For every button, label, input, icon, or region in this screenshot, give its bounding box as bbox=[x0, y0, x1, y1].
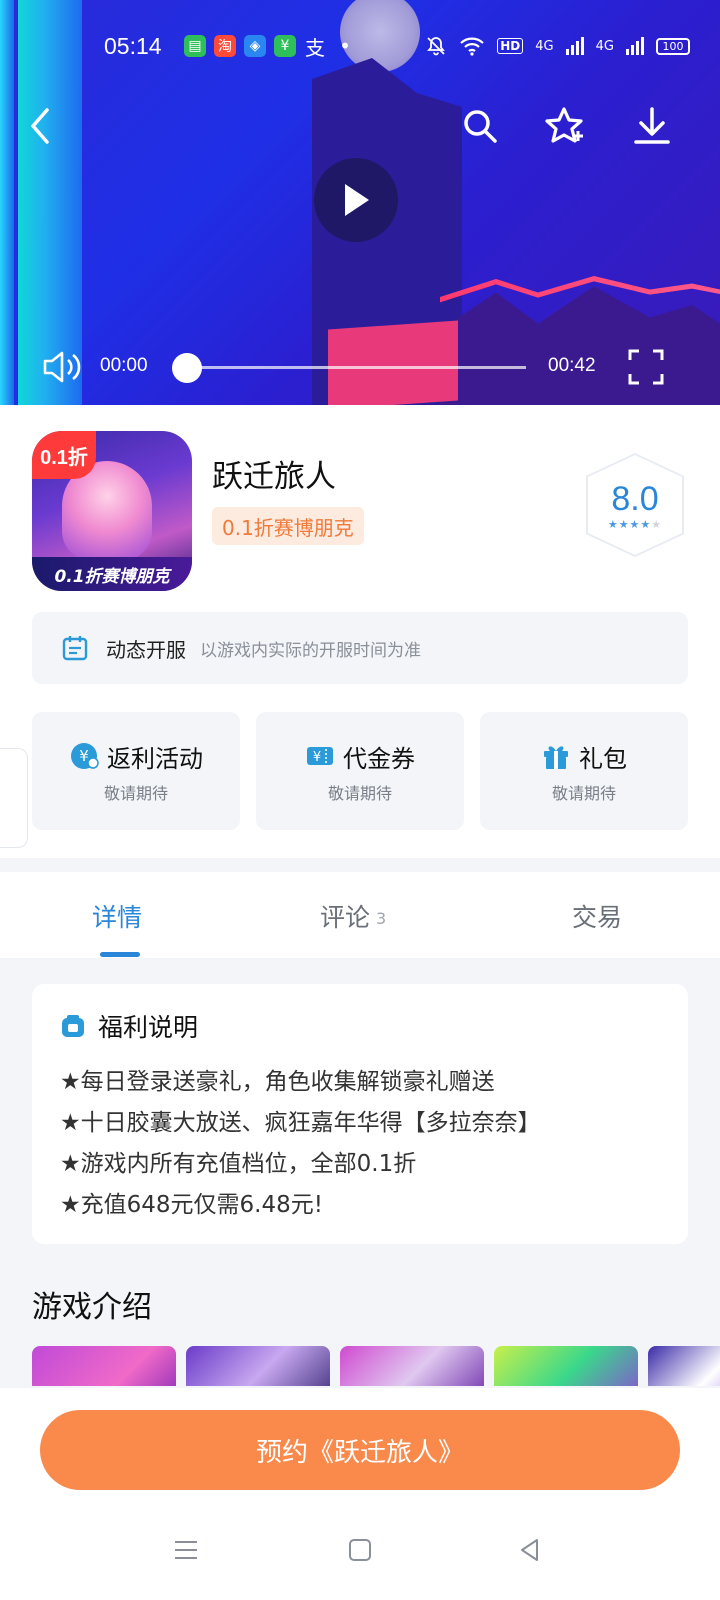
side-drawer-handle[interactable] bbox=[0, 748, 28, 848]
screenshot-strip[interactable] bbox=[32, 1346, 720, 1386]
current-time: 00:00 bbox=[100, 355, 148, 376]
play-icon bbox=[345, 184, 369, 216]
game-icon-banner: 0.1折赛博朋克 bbox=[32, 557, 192, 591]
rebate-sub: 敬请期待 bbox=[103, 783, 168, 803]
gift-sub: 敬请期待 bbox=[551, 783, 616, 803]
welfare-line: ★每日登录送豪礼，角色收集解锁豪礼赠送 bbox=[60, 1069, 495, 1095]
status-app-icons: ▤ 淘 ◈ ¥ 支 • bbox=[184, 34, 356, 60]
signal-icon-2 bbox=[626, 37, 644, 55]
progress-bar[interactable] bbox=[186, 366, 526, 369]
search-icon bbox=[464, 110, 497, 143]
play-button[interactable] bbox=[314, 158, 398, 242]
home-square-icon bbox=[349, 1539, 371, 1561]
bottom-bar: 预约《跃迁旅人》 bbox=[0, 1388, 720, 1600]
video-player[interactable]: 05:14 ▤ 淘 ◈ ¥ 支 • HD 4G 4G 100 00:00 00:… bbox=[0, 0, 720, 405]
network-label-2: 4G bbox=[595, 38, 614, 54]
rating-stars: ★★★★★ bbox=[607, 517, 663, 531]
detail-tabs: 详情 评论 3 交易 bbox=[0, 872, 720, 958]
menu-icon bbox=[175, 1541, 197, 1559]
battery-icon: 100 bbox=[656, 37, 690, 55]
taobao-app-icon: 淘 bbox=[214, 35, 236, 57]
progress-knob[interactable] bbox=[172, 353, 202, 383]
tab-indicator bbox=[100, 952, 140, 957]
game-icon: 0.1折 0.1折赛博朋克 bbox=[32, 431, 192, 591]
intro-title: 游戏介绍 bbox=[32, 1290, 152, 1325]
nav-back-button[interactable] bbox=[510, 1530, 550, 1570]
network-label: 4G bbox=[535, 38, 554, 54]
signal-icon bbox=[565, 37, 584, 55]
screenshot-thumb[interactable] bbox=[340, 1346, 484, 1386]
back-button[interactable] bbox=[16, 102, 64, 150]
gift-icon bbox=[544, 746, 568, 769]
star-add-icon bbox=[545, 107, 583, 143]
welfare-list: ★每日登录送豪礼，角色收集解锁豪礼赠送 ★十日胶囊大放送、疯狂嘉年华得【多拉奈奈… bbox=[60, 1062, 660, 1226]
status-bar: 05:14 ▤ 淘 ◈ ¥ 支 • HD 4G 4G 100 bbox=[0, 28, 720, 64]
screenshot-thumb[interactable] bbox=[494, 1346, 638, 1386]
wifi-icon bbox=[460, 37, 485, 56]
rating-score: 8.0 bbox=[611, 479, 659, 518]
game-title: 跃迁旅人 bbox=[212, 459, 336, 495]
message-app-icon: ▤ bbox=[184, 35, 206, 57]
game-tag: 0.1折赛博朋克 bbox=[212, 507, 364, 545]
game-icon-badge: 0.1折 bbox=[32, 431, 96, 479]
chevron-left-icon bbox=[31, 108, 49, 144]
svg-text:¥: ¥ bbox=[313, 750, 321, 765]
volume-icon bbox=[43, 351, 81, 383]
welfare-icon bbox=[62, 1015, 84, 1037]
welfare-card: 福利说明 ★每日登录送豪礼，角色收集解锁豪礼赠送 ★十日胶囊大放送、疯狂嘉年华得… bbox=[32, 984, 688, 1244]
gift-card[interactable]: 礼包 敬请期待 bbox=[480, 712, 688, 830]
hd-badge: HD bbox=[497, 38, 524, 54]
video-top-bar bbox=[0, 102, 720, 152]
calendar-icon bbox=[62, 636, 88, 661]
tab-trade[interactable]: 交易 bbox=[572, 898, 622, 934]
nav-menu-button[interactable] bbox=[166, 1530, 206, 1570]
status-indicators: HD 4G 4G 100 bbox=[425, 35, 690, 57]
benefit-cards: ¥ 返利活动 敬请期待 ¥ 代金券 敬请期待 礼包 敬请期待 bbox=[32, 712, 688, 830]
tab-comments-label: 评论 bbox=[320, 903, 371, 932]
volume-button[interactable] bbox=[38, 343, 86, 391]
search-button[interactable] bbox=[456, 102, 504, 150]
download-icon bbox=[634, 107, 670, 144]
duration-time: 00:42 bbox=[548, 355, 596, 376]
tab-comments[interactable]: 评论 3 bbox=[320, 898, 386, 934]
voucher-card[interactable]: ¥ 代金券 敬请期待 bbox=[256, 712, 464, 830]
screenshot-thumb[interactable] bbox=[648, 1346, 720, 1386]
wallet-app-icon: ¥ bbox=[274, 35, 296, 57]
browser-app-icon: ◈ bbox=[244, 35, 266, 57]
screenshot-thumb[interactable] bbox=[32, 1346, 176, 1386]
voucher-sub: 敬请期待 bbox=[327, 783, 392, 803]
voucher-icon: ¥ bbox=[307, 747, 333, 765]
server-info: 动态开服 以游戏内实际的开服时间为准 bbox=[32, 612, 688, 684]
server-label: 动态开服 bbox=[106, 637, 186, 662]
back-triangle-icon bbox=[521, 1539, 538, 1561]
comment-count: 3 bbox=[376, 909, 387, 928]
welfare-line: ★游戏内所有充值档位，全部0.1折 bbox=[60, 1151, 417, 1177]
gift-title: 礼包 bbox=[579, 744, 627, 773]
favorite-button[interactable] bbox=[540, 102, 588, 150]
rebate-card[interactable]: ¥ 返利活动 敬请期待 bbox=[32, 712, 240, 830]
reserve-button[interactable]: 预约《跃迁旅人》 bbox=[40, 1410, 680, 1490]
section-divider bbox=[0, 858, 720, 872]
status-time: 05:14 bbox=[104, 32, 162, 59]
rebate-icon: ¥ bbox=[71, 743, 99, 769]
server-note: 以游戏内实际的开服时间为准 bbox=[200, 640, 421, 661]
welfare-line: ★十日胶囊大放送、疯狂嘉年华得【多拉奈奈】 bbox=[60, 1110, 541, 1136]
system-nav-bar bbox=[0, 1530, 720, 1580]
alipay-app-icon: 支 bbox=[305, 35, 325, 60]
screenshot-thumb[interactable] bbox=[186, 1346, 330, 1386]
nav-home-button[interactable] bbox=[340, 1530, 380, 1570]
rebate-title: 返利活动 bbox=[107, 744, 203, 773]
fullscreen-icon bbox=[628, 349, 664, 385]
welfare-line: ★充值648元仅需6.48元! bbox=[60, 1192, 323, 1218]
tab-details[interactable]: 详情 bbox=[92, 898, 142, 934]
download-button[interactable] bbox=[628, 102, 676, 150]
welfare-title: 福利说明 bbox=[98, 1013, 199, 1042]
fullscreen-button[interactable] bbox=[622, 343, 670, 391]
game-header: 0.1折 0.1折赛博朋克 跃迁旅人 0.1折赛博朋克 8.0 ★★★★★ bbox=[0, 405, 720, 605]
bell-off-icon bbox=[427, 37, 446, 56]
more-dot-icon: • bbox=[339, 34, 351, 58]
voucher-title: 代金券 bbox=[343, 744, 415, 773]
video-controls: 00:00 00:42 bbox=[0, 345, 720, 389]
